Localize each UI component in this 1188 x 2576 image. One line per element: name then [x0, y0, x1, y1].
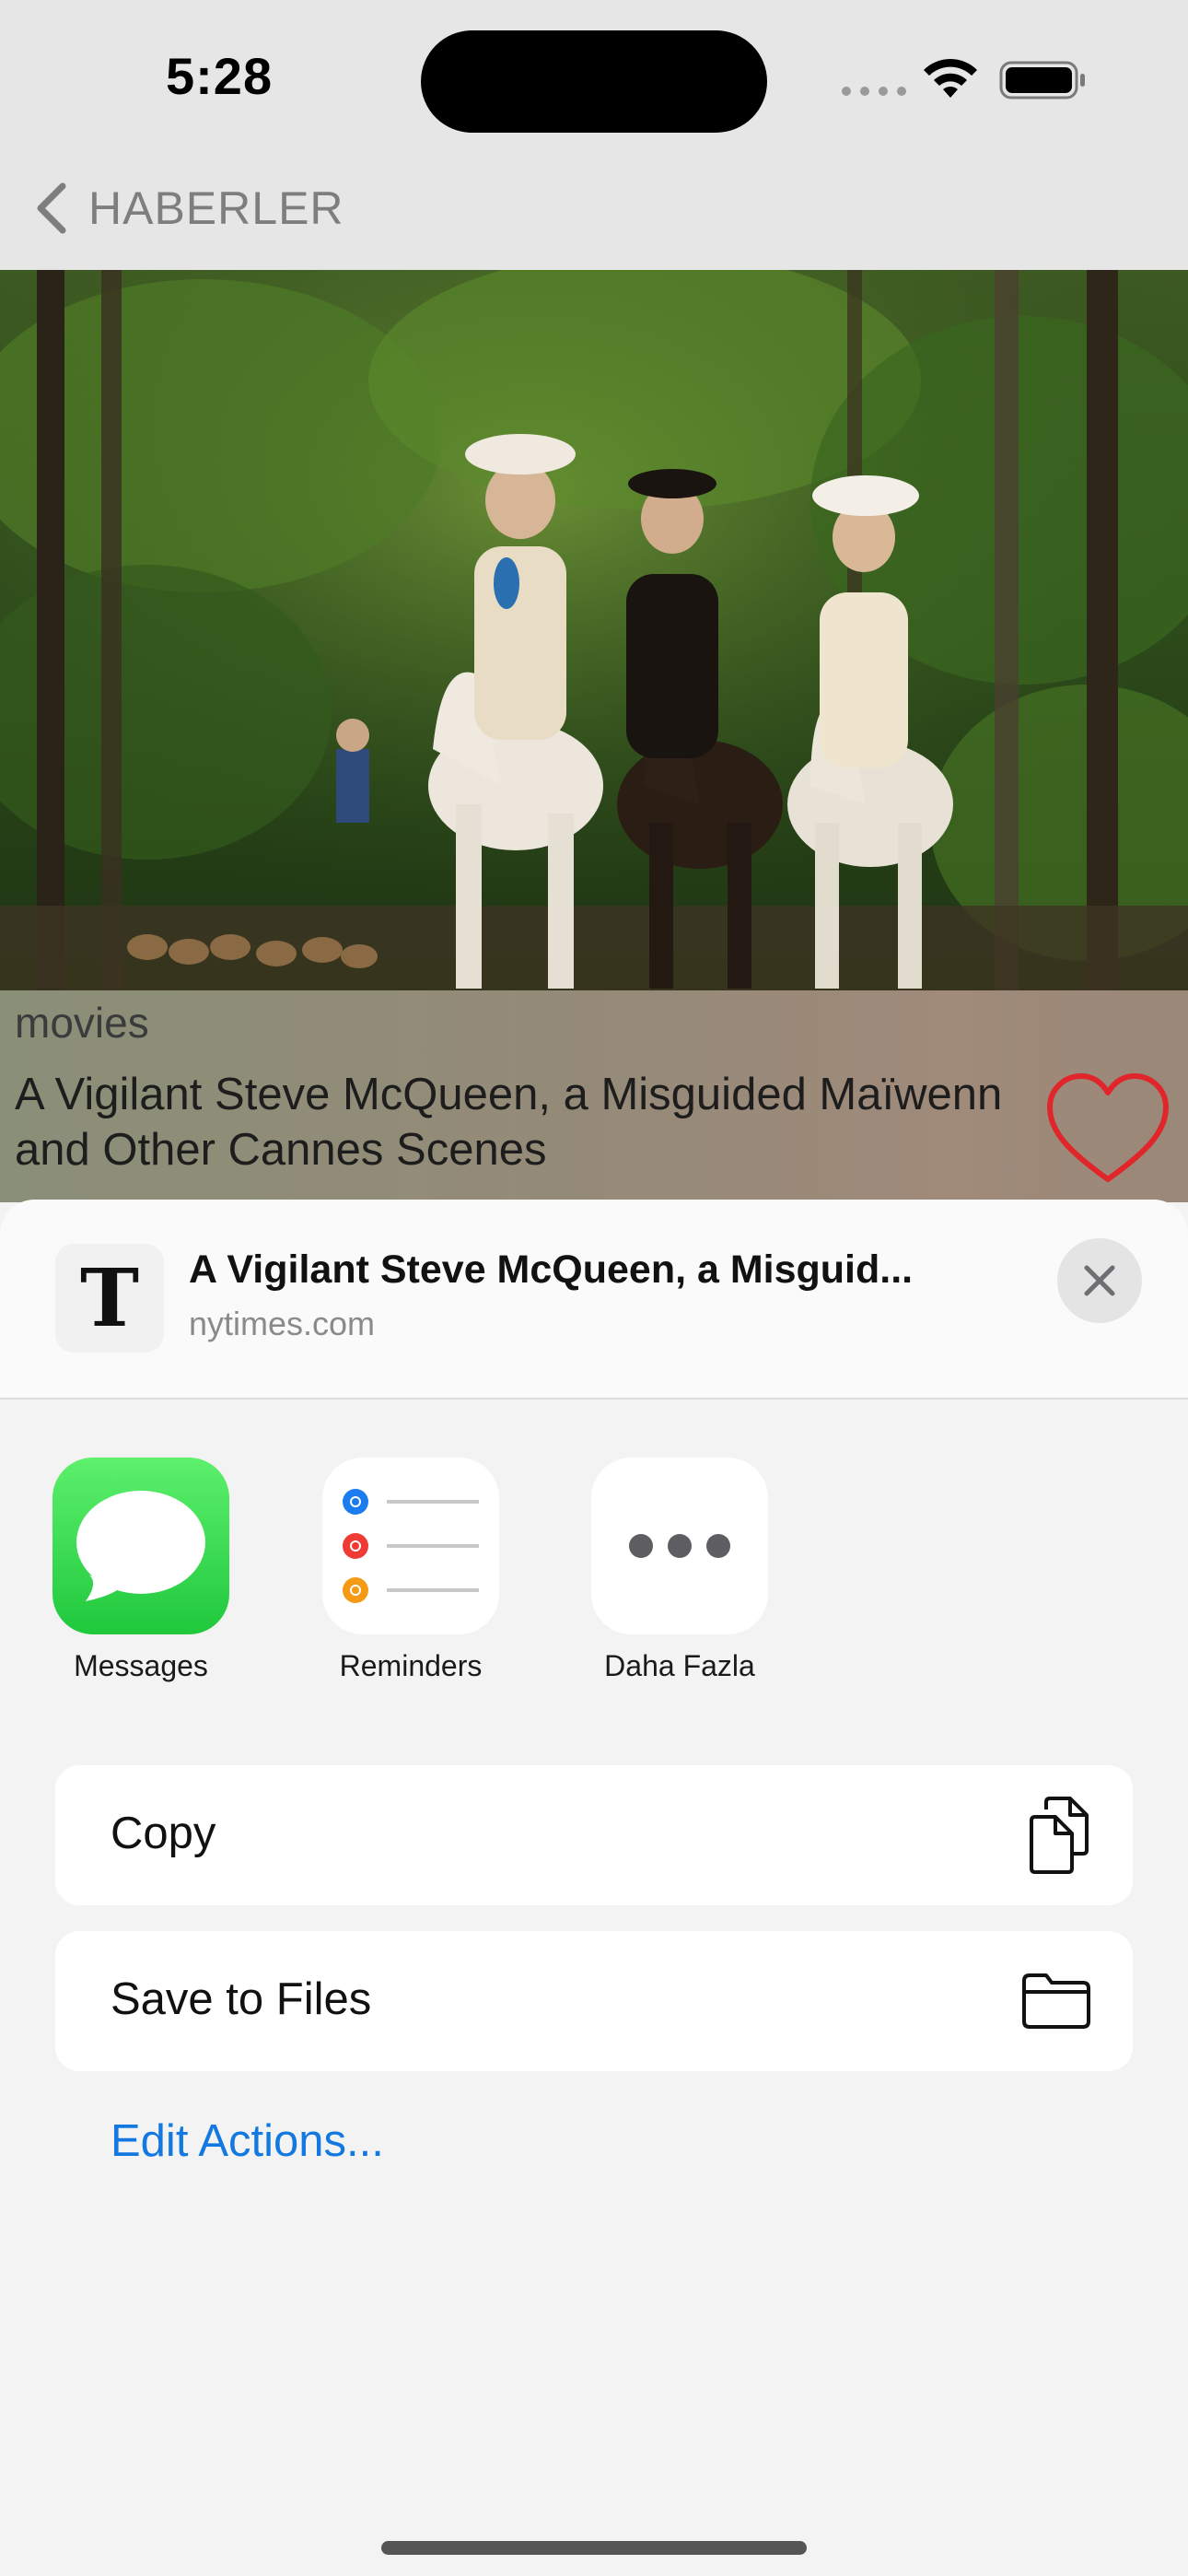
share-sheet-header: T A Vigilant Steve McQueen, a Misguid...… — [0, 1200, 1188, 1399]
share-app-more[interactable]: Daha Fazla — [569, 1458, 790, 1683]
status-time: 5:28 — [166, 47, 274, 105]
share-sheet: T A Vigilant Steve McQueen, a Misguid...… — [0, 1200, 1188, 2576]
article-hero-image[interactable] — [0, 270, 1188, 990]
site-logo-icon: T — [55, 1244, 164, 1352]
close-icon — [1084, 1265, 1115, 1296]
share-app-messages[interactable]: Messages — [30, 1458, 251, 1683]
action-label: Copy — [111, 1809, 216, 1858]
cellular-signal-icon — [842, 87, 906, 96]
share-title: A Vigilant Steve McQueen, a Misguid... — [189, 1247, 914, 1292]
share-app-label: Daha Fazla — [604, 1649, 755, 1682]
save-to-files-action[interactable]: Save to Files — [55, 1931, 1133, 2071]
share-apps-row: Messages Reminders Daha Fazla — [0, 1458, 1188, 1734]
wifi-icon — [924, 58, 977, 98]
close-button[interactable] — [1057, 1238, 1142, 1323]
battery-icon — [999, 61, 1085, 100]
share-app-label: Reminders — [339, 1649, 483, 1682]
chevron-left-icon — [37, 182, 66, 234]
reminders-icon — [322, 1458, 499, 1634]
article-headline[interactable]: A Vigilant Steve McQueen, a Misguided Ma… — [15, 1067, 1046, 1177]
share-app-label: Messages — [74, 1649, 208, 1682]
dynamic-island — [421, 30, 767, 133]
copy-icon — [1030, 1797, 1089, 1874]
status-and-nav-area: 5:28 HABERLER — [0, 0, 1188, 270]
edit-actions-link[interactable]: Edit Actions... — [111, 2115, 384, 2167]
screen: 5:28 HABERLER movies A Vigilant Steve Mc… — [0, 0, 1188, 2576]
action-label: Save to Files — [111, 1974, 372, 2024]
back-button[interactable]: HABERLER — [31, 181, 344, 236]
folder-icon — [1022, 1973, 1090, 2029]
favorite-heart-icon[interactable] — [1044, 1071, 1171, 1188]
article-category: movies — [15, 999, 149, 1047]
more-icon — [591, 1458, 768, 1634]
home-indicator[interactable] — [381, 2541, 807, 2555]
messages-icon — [52, 1458, 229, 1634]
copy-action[interactable]: Copy — [55, 1765, 1133, 1905]
back-button-label: HABERLER — [88, 182, 344, 234]
share-app-reminders[interactable]: Reminders — [300, 1458, 521, 1683]
share-domain: nytimes.com — [189, 1305, 376, 1342]
